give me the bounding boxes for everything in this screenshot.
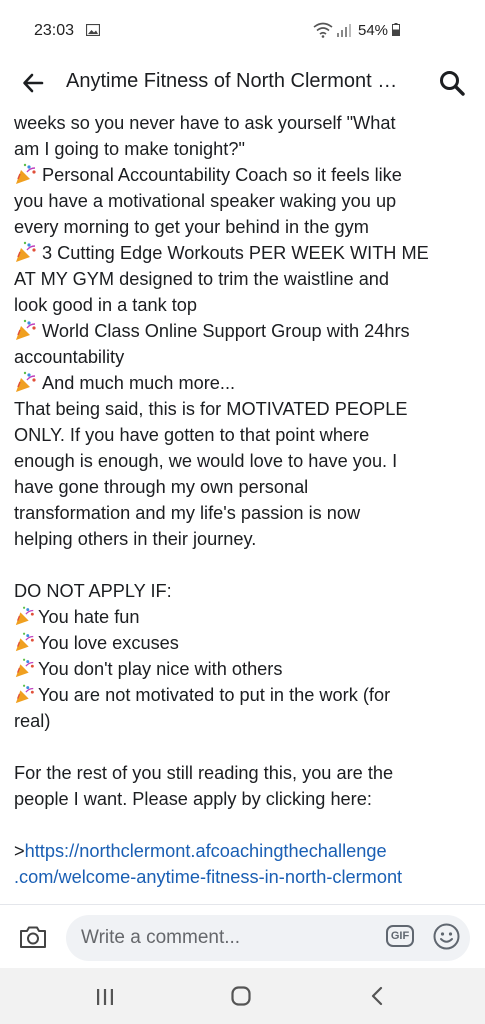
list-item: World Class Online Support Group with 24…: [14, 318, 474, 344]
list-item: 3 Cutting Edge Workouts PER WEEK WITH ME: [14, 240, 474, 266]
signal-icon: [337, 24, 351, 37]
status-bar: 23:03 54%: [0, 0, 485, 60]
gif-icon[interactable]: GIF: [386, 925, 414, 947]
post-line: And much much more...: [42, 373, 236, 393]
party-popper-icon: [15, 606, 34, 626]
gallery-icon: [86, 24, 100, 36]
post-line: accountability: [14, 347, 125, 367]
post-line: people I want. Please apply by clicking …: [14, 789, 372, 809]
home-icon[interactable]: [231, 986, 251, 1006]
camera-icon[interactable]: [19, 925, 47, 949]
list-item: Personal Accountability Coach so it feel…: [14, 162, 474, 188]
battery-icon: [392, 23, 400, 36]
post-line: look good in a tank top: [14, 295, 198, 315]
post-line: That being said, this is for MOTIVATED P…: [14, 399, 408, 419]
list-item: You love excuses: [14, 630, 474, 656]
party-popper-icon: [15, 684, 34, 704]
list-item: You are not motivated to put in the work…: [14, 682, 474, 708]
post-line: transformation and my life's passion is …: [14, 503, 361, 523]
post-line: every morning to get your behind in the …: [14, 217, 369, 237]
back-arrow-icon[interactable]: [22, 72, 44, 94]
post-line: you have a motivational speaker waking y…: [14, 191, 397, 211]
post-line: You are not motivated to put in the work…: [38, 685, 391, 705]
post-line: DO NOT APPLY IF:: [14, 581, 172, 601]
post-body: weeks so you never have to ask yourself …: [14, 110, 474, 902]
wifi-icon: [313, 22, 333, 38]
post-line: ONLY. If you have gotten to that point w…: [14, 425, 370, 445]
list-item: And much much more...: [14, 370, 474, 396]
party-popper-icon: [16, 371, 36, 392]
signup-link[interactable]: https://northclermont.afcoachingthechall…: [25, 841, 387, 861]
battery-percent: 54%: [358, 22, 389, 39]
post-line: enough is enough, we would love to have …: [14, 451, 398, 471]
back-icon[interactable]: [370, 986, 384, 1006]
post-line: Personal Accountability Coach so it feel…: [42, 165, 402, 185]
post-line: weeks so you never have to ask yourself …: [14, 113, 396, 133]
post-line: For the rest of you still reading this, …: [14, 763, 394, 783]
post-line: real): [14, 711, 51, 731]
party-popper-icon: [15, 632, 34, 652]
post-line: 3 Cutting Edge Workouts PER WEEK WITH ME: [42, 243, 429, 263]
post-line: World Class Online Support Group with 24…: [42, 321, 410, 341]
search-icon[interactable]: [439, 70, 465, 96]
party-popper-icon: [16, 163, 36, 184]
post-line: AT MY GYM designed to trim the waistline…: [14, 269, 390, 289]
party-popper-icon: [16, 319, 36, 340]
post-line: am I going to make tonight?": [14, 139, 245, 159]
post-line: helping others in their journey.: [14, 529, 257, 549]
emoji-icon[interactable]: [433, 923, 460, 950]
signup-link-continued[interactable]: .com/welcome-anytime-fitness-in-north-cl…: [14, 867, 402, 887]
list-item: You hate fun: [14, 604, 474, 630]
party-popper-icon: [16, 241, 36, 262]
link-prefix: >: [14, 841, 25, 861]
link-line: >https://northclermont.afcoachingthechal…: [14, 838, 474, 864]
post-line: You love excuses: [38, 633, 179, 653]
post-line: You don't play nice with others: [38, 659, 283, 679]
page-title: Anytime Fitness of North Clermont Group: [66, 70, 406, 92]
post-line: have gone through my own personal: [14, 477, 309, 497]
link-line: .com/welcome-anytime-fitness-in-north-cl…: [14, 864, 474, 890]
system-nav-bar: [0, 968, 485, 1024]
list-item: You don't play nice with others: [14, 656, 474, 682]
recents-icon[interactable]: [96, 988, 114, 1006]
post-line: You hate fun: [38, 607, 140, 627]
party-popper-icon: [15, 658, 34, 678]
app-header: Anytime Fitness of North Clermont Group: [0, 60, 485, 108]
status-time: 23:03: [34, 22, 75, 39]
